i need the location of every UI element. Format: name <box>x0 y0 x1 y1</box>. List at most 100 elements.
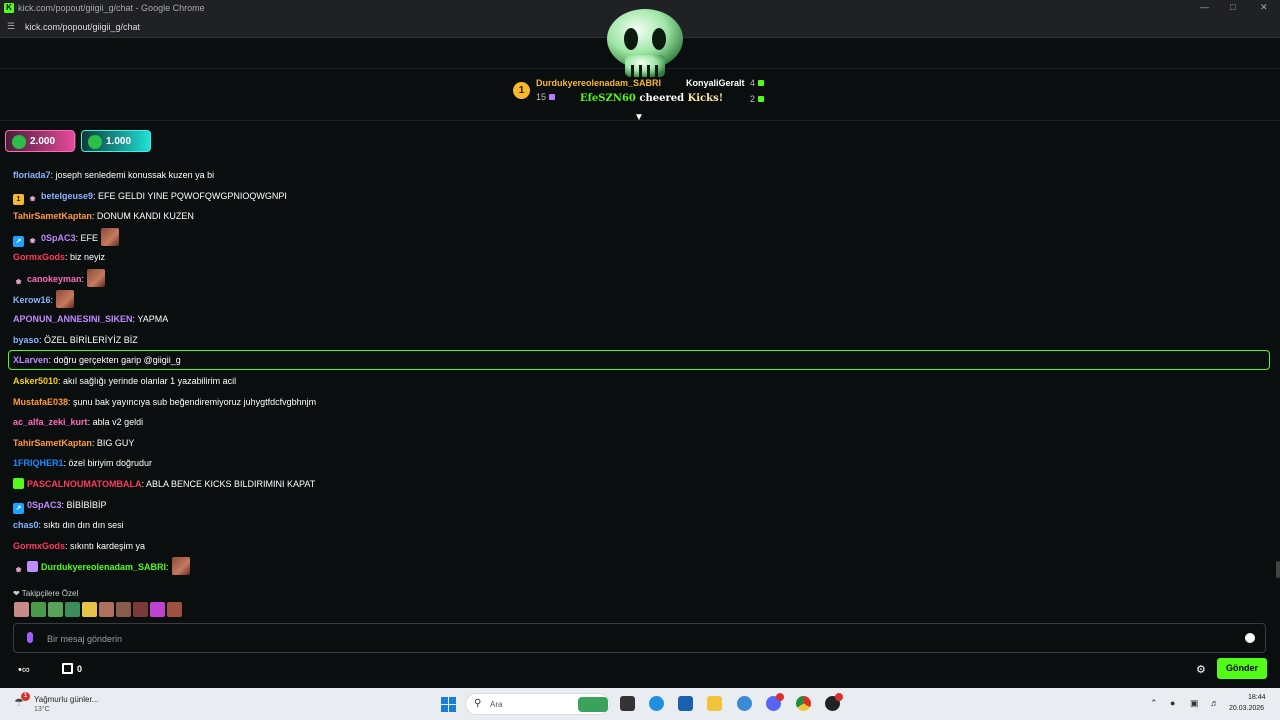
emote-icon[interactable] <box>99 602 114 617</box>
store-count: 0 <box>77 664 83 674</box>
chat-text: : DONUM KANDI KUZEN <box>91 211 194 222</box>
expand-down-icon[interactable]: ▼ <box>634 112 644 123</box>
gift-badge-icon[interactable]: 1 <box>13 193 24 205</box>
chat-text: : ABLA BENCE KICKS BILDIRIMINI KAPAT <box>141 479 316 489</box>
taskbar-search[interactable]: ⚲ Ara <box>465 693 610 715</box>
message-input-box[interactable] <box>13 623 1266 653</box>
close-icon[interactable]: ✕ <box>1260 2 1268 13</box>
chat-username[interactable]: PASCALNOUMATOMBALA <box>27 479 142 489</box>
microphone-icon[interactable] <box>27 632 33 643</box>
chat-text: : abla v2 geldi <box>87 417 144 428</box>
chat-username[interactable]: chas0 <box>13 520 39 530</box>
emote-icon[interactable] <box>82 602 97 617</box>
chat-message: 1FRIQHER1: özel biriyim doğrudur <box>13 454 152 472</box>
chat-text: : BİBİBİBİP <box>61 499 107 510</box>
emote-icon[interactable] <box>48 602 63 617</box>
chat-username[interactable]: TahirSametKaptan <box>13 211 92 221</box>
site-info-icon[interactable]: ☰ <box>7 21 17 31</box>
gifter-badge-icon[interactable] <box>27 561 38 573</box>
store-icon[interactable] <box>62 663 73 674</box>
chat-username[interactable]: Kerow16 <box>13 295 51 305</box>
taskview-icon[interactable] <box>620 696 635 711</box>
emote-icon[interactable] <box>150 602 165 617</box>
chrome-icon[interactable] <box>796 696 811 711</box>
chat-username[interactable]: ac_alfa_zeki_kurt <box>13 417 88 427</box>
emoji-picker-icon[interactable] <box>1245 633 1255 643</box>
chat-emote-icon[interactable] <box>87 269 106 287</box>
emote-icon[interactable] <box>14 602 29 617</box>
weather-badge: 1 <box>21 692 30 701</box>
chat-text: : YAPMA <box>132 314 169 325</box>
chat-emote-icon[interactable] <box>101 227 120 246</box>
emote-icon[interactable] <box>31 602 46 617</box>
butterfly-badge-icon[interactable]: ❀ <box>27 236 38 247</box>
weather-title[interactable]: Yağmurlu günler... <box>34 695 98 704</box>
emote-icon[interactable] <box>116 602 131 617</box>
chat-username[interactable]: Durdukyereolenadam_SABRI <box>41 562 166 572</box>
chat-message: chas0: sıktı dın dın dın sesi <box>13 516 124 534</box>
windows-start-icon[interactable] <box>441 697 456 712</box>
windows-taskbar: ☂ 1 Yağmurlu günler... 13°C ⚲ Ara ⌃ ● ▣ … <box>0 688 1280 720</box>
butterfly-badge-icon[interactable]: ❀ <box>13 277 24 288</box>
clock-date[interactable]: 20.03.2026 <box>1229 705 1264 712</box>
infinity-icon[interactable]: •∞ <box>18 664 30 676</box>
leader-count-first: 15 <box>536 92 556 102</box>
butterfly-badge-icon[interactable]: ❀ <box>13 565 24 576</box>
emote-icon[interactable] <box>65 602 80 617</box>
restore-icon[interactable]: □ <box>1230 2 1235 12</box>
leader-name-first[interactable]: Durdukyereolenadam_SABRI <box>536 78 661 88</box>
message-input[interactable] <box>47 630 1227 648</box>
butterfly-badge-icon[interactable]: ❀ <box>27 194 38 205</box>
chat-username[interactable]: Asker5010 <box>13 376 58 386</box>
scrollbar-thumb[interactable] <box>1276 561 1280 578</box>
chat-text: : biz neyiz <box>65 252 106 263</box>
leader-name-second[interactable]: KonyaliGeralt <box>686 78 745 88</box>
chat-message: byaso: ÖZEL BİRİLERİYİZ BİZ <box>13 331 138 349</box>
network-icon[interactable]: ▣ <box>1190 698 1199 709</box>
pinned-gift-cyan[interactable]: 1.000 <box>81 130 151 152</box>
vip-badge-icon[interactable]: ↗ <box>13 502 24 514</box>
edge-icon[interactable] <box>649 696 664 711</box>
vip-badge-icon[interactable]: ↗ <box>13 235 24 247</box>
chat-username[interactable]: betelgeuse9 <box>41 191 93 201</box>
store-app-icon[interactable] <box>678 696 693 711</box>
emote-icon[interactable] <box>133 602 148 617</box>
chat-username[interactable]: 0SpAC3 <box>41 233 76 243</box>
pinned-gift-pink[interactable]: 2.000 <box>5 130 75 152</box>
volume-icon[interactable]: ♬ <box>1210 698 1219 708</box>
chat-emote-icon[interactable] <box>56 289 75 308</box>
chat-username[interactable]: TahirSametKaptan <box>13 438 92 448</box>
chevron-up-icon[interactable]: ⌃ <box>1150 698 1158 709</box>
file-explorer-icon[interactable] <box>707 696 722 711</box>
emote-row <box>14 602 184 619</box>
settings-app-icon[interactable] <box>737 696 752 711</box>
settings-gear-icon[interactable]: ⚙ <box>1196 663 1206 676</box>
followers-emotes-label: ❤ Takipçilere Özel <box>13 589 79 598</box>
minimize-icon[interactable]: — <box>1200 2 1209 12</box>
chat-username[interactable]: MustafaE038 <box>13 397 68 407</box>
chat-message: ↗ ❀ 0SpAC3: EFE <box>13 227 120 247</box>
chat-username[interactable]: APONUN_ANNESINI_SIKEN <box>13 314 133 324</box>
chat-messages[interactable]: floriada7: joseph senledemi konussak kuz… <box>0 152 1280 586</box>
chat-emote-icon[interactable] <box>171 557 190 576</box>
chat-message: ❀ canokeyman: <box>13 269 106 288</box>
url-text[interactable]: kick.com/popout/giigii_g/chat <box>25 22 140 32</box>
sub-badge-icon[interactable] <box>13 478 24 489</box>
emote-icon[interactable] <box>167 602 182 617</box>
microphone-tray-icon[interactable]: ● <box>1170 698 1175 708</box>
divider <box>75 134 76 148</box>
chat-username[interactable]: 0SpAC3 <box>27 500 62 510</box>
chat-username[interactable]: 1FRIQHER1 <box>13 458 64 468</box>
chat-username[interactable]: canokeyman <box>27 274 82 284</box>
send-button[interactable]: Gönder <box>1217 658 1267 679</box>
chat-message: 1 ❀ betelgeuse9: EFE GELDI YINE PQWOFQWGPN… <box>13 187 287 205</box>
chat-username[interactable]: GormxGods <box>13 252 65 262</box>
chat-username[interactable]: XLarven <box>13 355 49 365</box>
pinned-gift-value: 1.000 <box>106 136 132 147</box>
leader-count-third-value: 2 <box>750 94 756 104</box>
clock-time[interactable]: 18:44 <box>1248 694 1266 701</box>
chat-username[interactable]: floriada7 <box>13 170 51 180</box>
cheer-announcement: EfeSZN60 cheered Kicks! <box>580 93 723 104</box>
chat-username[interactable]: GormxGods <box>13 541 65 551</box>
chat-username[interactable]: byaso <box>13 335 39 345</box>
